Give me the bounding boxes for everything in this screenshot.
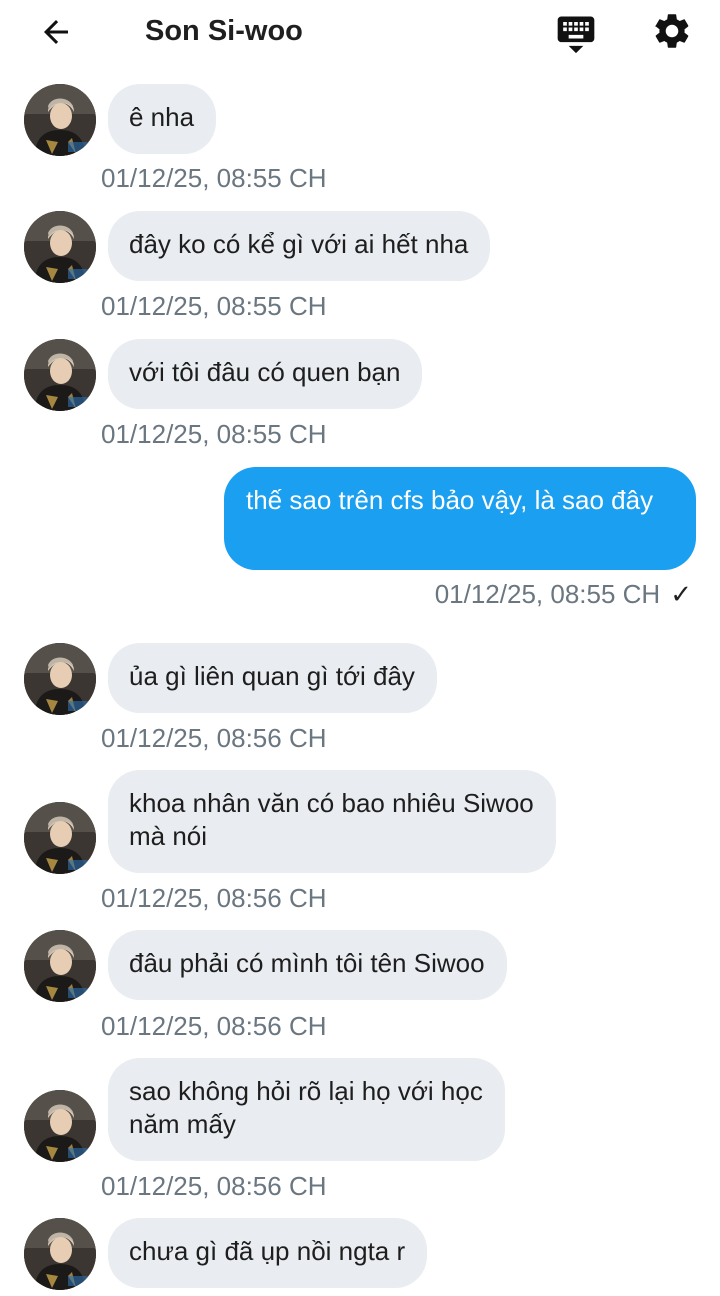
chat-header: Son Si-woo <box>0 0 720 64</box>
keyboard-toggle-button[interactable] <box>552 10 600 56</box>
avatar[interactable] <box>24 339 96 411</box>
message-timestamp: 01/12/25, 08:55 CH ✓ <box>435 578 692 610</box>
message-bubble[interactable]: chưa gì đã ụp nồi ngta r <box>108 1218 428 1288</box>
message-bubble[interactable]: khoa nhân văn có bao nhiêu Siwoo mà nói <box>108 770 556 873</box>
avatar[interactable] <box>24 643 96 715</box>
message-timestamp: 01/12/25, 08:56 CH <box>101 723 327 753</box>
avatar-photo <box>24 84 96 156</box>
avatar[interactable] <box>24 930 96 1002</box>
avatar[interactable] <box>24 1090 96 1162</box>
sent-check-icon: ✓ <box>670 579 692 609</box>
timestamp-text: 01/12/25, 08:55 CH <box>434 579 661 609</box>
keyboard-hide-icon <box>557 16 595 54</box>
message-bubble-outgoing[interactable]: thế sao trên cfs bảo vậy, là sao đây <box>224 467 696 570</box>
message-timestamp: 01/12/25, 08:56 CH <box>101 1171 327 1201</box>
message-timestamp: 01/12/25, 08:56 CH <box>101 1011 327 1041</box>
gear-icon <box>655 14 689 48</box>
avatar-photo <box>24 1090 96 1162</box>
message-timestamp: 01/12/25, 08:55 CH <box>101 419 327 449</box>
avatar-photo <box>24 802 96 874</box>
message-bubble[interactable]: với tôi đâu có quen bạn <box>108 339 423 409</box>
message-bubble[interactable]: sao không hỏi rõ lại họ với học năm mấy <box>108 1058 505 1161</box>
avatar-photo <box>24 643 96 715</box>
avatar-photo <box>24 211 96 283</box>
message-bubble[interactable]: ê nha <box>108 84 217 154</box>
message-bubble[interactable]: đâu phải có mình tôi tên Siwoo <box>108 930 507 1000</box>
message-bubble[interactable]: ủa gì liên quan gì tới đây <box>108 643 437 713</box>
settings-button[interactable] <box>648 8 696 54</box>
chat-title: Son Si-woo <box>145 15 303 47</box>
avatar[interactable] <box>24 802 96 874</box>
avatar[interactable] <box>24 84 96 156</box>
back-button[interactable] <box>32 10 80 54</box>
avatar-photo <box>24 930 96 1002</box>
message-timestamp: 01/12/25, 08:55 CH <box>101 163 327 193</box>
avatar[interactable] <box>24 211 96 283</box>
arrow-left-icon <box>44 20 68 44</box>
avatar[interactable] <box>24 1218 96 1290</box>
message-timestamp: 01/12/25, 08:55 CH <box>101 291 327 321</box>
message-timestamp: 01/12/25, 08:56 CH <box>101 883 327 913</box>
message-bubble[interactable]: đây ko có kể gì với ai hết nha <box>108 211 491 281</box>
avatar-photo <box>24 339 96 411</box>
avatar-photo <box>24 1218 96 1290</box>
